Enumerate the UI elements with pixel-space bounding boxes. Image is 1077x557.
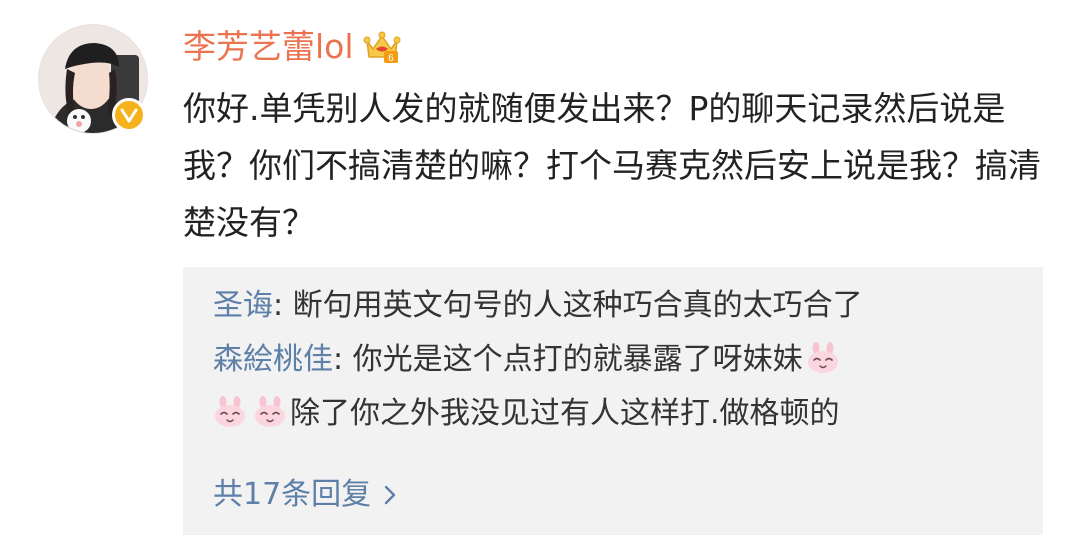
bunny-emoji-icon (807, 342, 838, 373)
reply-separator: : (333, 342, 353, 377)
reply-text: 你光是这个点打的就暴露了呀妹妹 (352, 342, 803, 377)
svg-text:6: 6 (388, 53, 394, 64)
bunny-emoji-icon (215, 396, 245, 427)
comment-replies-box[interactable]: 圣诲: 断句用英文句号的人这种巧合真的太巧合了 森絵桃佳: 你光是这个点打的就暴… (183, 267, 1043, 535)
post-header: 李芳艺蕾lol 6 (183, 22, 402, 72)
more-replies-link[interactable]: 共17条回复 (213, 468, 397, 522)
username-link[interactable]: 李芳艺蕾lol (183, 22, 354, 72)
bunny-emoji-icon (255, 396, 285, 427)
reply-item[interactable]: 森絵桃佳: 你光是这个点打的就暴露了呀妹妹 除了你之外我没见过有人这样打.做格顿… (213, 333, 1033, 441)
reply-text-continued: 除了你之外我没见过有人这样打.做格顿的 (290, 396, 840, 431)
reply-author-link[interactable]: 圣诲 (213, 288, 273, 323)
crown-icon[interactable]: 6 (362, 27, 402, 67)
chevron-right-icon (384, 485, 396, 505)
more-replies-label: 共17条回复 (213, 477, 372, 512)
reply-text: 断句用英文句号的人这种巧合真的太巧合了 (292, 288, 863, 323)
reply-item[interactable]: 圣诲: 断句用英文句号的人这种巧合真的太巧合了 (213, 279, 1033, 333)
reply-author-link[interactable]: 森絵桃佳 (213, 342, 333, 377)
user-avatar-container[interactable] (38, 24, 148, 134)
reply-separator: : (273, 288, 293, 323)
verified-v-icon (112, 98, 146, 132)
post-content: 你好.单凭别人发的就随便发出来？P的聊天记录然后说是我？你们不搞清楚的嘛？打个马… (183, 89, 1041, 242)
